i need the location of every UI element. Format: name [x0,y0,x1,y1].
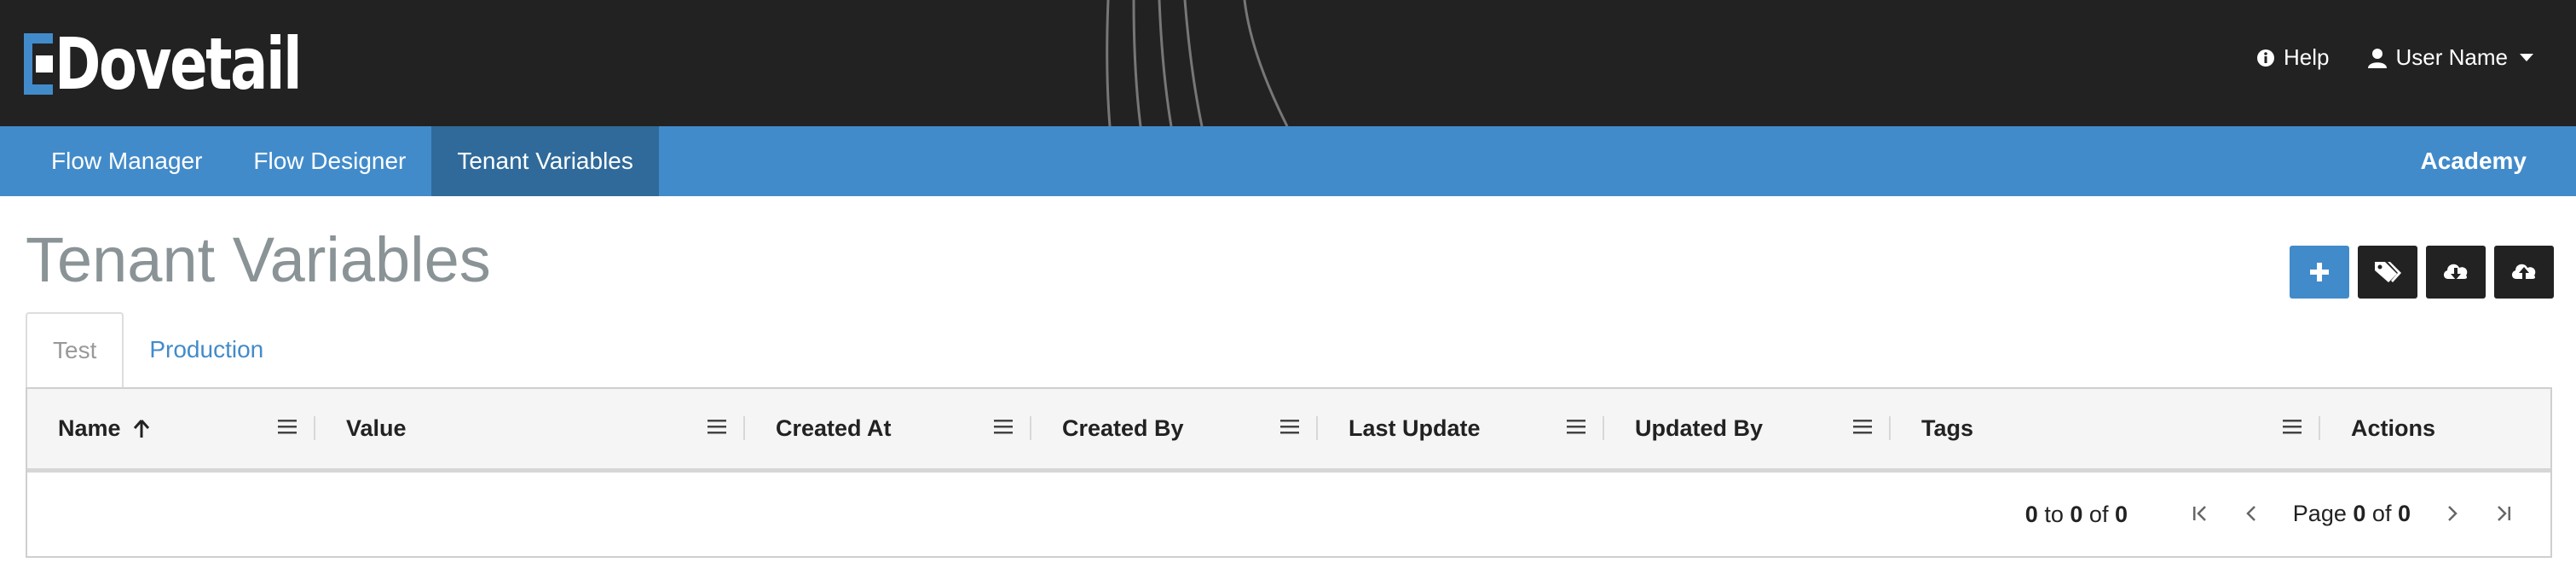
current-page: 0 [2353,500,2366,526]
column-menu-icon[interactable] [1853,418,1872,435]
first-page-icon [2192,506,2206,521]
column-value-label: Value [346,415,407,441]
tags-icon [2375,262,2401,282]
column-last-update[interactable]: Last Update [1318,389,1604,468]
column-updated-by-label: Updated By [1635,415,1764,441]
top-header: Dovetail Help User Name [0,0,2576,126]
sort-ascending-icon [133,419,149,438]
nav-flow-manager[interactable]: Flow Manager [0,126,228,196]
column-menu-icon[interactable] [994,418,1013,435]
tags-button[interactable] [2358,246,2417,299]
column-tags[interactable]: Tags [1891,389,2320,468]
cloud-download-icon [2443,264,2468,280]
next-page-button[interactable] [2440,496,2465,531]
column-menu-icon[interactable] [2283,418,2302,435]
table-header: Name Value Created At Created By Last Up… [27,389,2550,473]
import-button[interactable] [2426,246,2486,299]
dovetail-logo[interactable]: Dovetail [24,26,370,102]
plus-icon [2310,263,2329,281]
column-created-by-label: Created By [1062,415,1184,441]
chevron-left-icon [2246,506,2255,521]
pagination: Page 0 of 0 [2187,496,2516,531]
caret-down-icon [2520,54,2533,61]
column-tags-label: Tags [1921,415,1974,441]
previous-page-button[interactable] [2238,496,2264,531]
total-pages: 0 [2397,500,2411,526]
page-title: Tenant Variables [26,224,491,295]
column-name[interactable]: Name [27,389,315,468]
user-menu[interactable]: User Name [2367,44,2533,71]
row-total: 0 [2114,502,2128,527]
export-button[interactable] [2494,246,2554,299]
first-page-button[interactable] [2187,496,2213,531]
tab-production[interactable]: Production [124,312,289,387]
page-of-word: of [2371,500,2392,526]
dovetail-logo-mark [24,33,53,95]
last-page-button[interactable] [2491,496,2516,531]
column-value[interactable]: Value [315,389,745,468]
help-label: Help [2284,44,2330,70]
row-range-start: 0 [2024,502,2038,527]
column-created-at[interactable]: Created At [745,389,1031,468]
main-nav: Flow Manager Flow Designer Tenant Variab… [0,126,2576,196]
chevron-right-icon [2448,506,2458,521]
column-last-update-label: Last Update [1349,415,1481,441]
user-icon [2367,48,2387,68]
page-word: Page [2292,500,2347,526]
column-created-by[interactable]: Created By [1031,389,1318,468]
row-count-summary: 0 to 0 of 0 [2025,502,2128,528]
column-updated-by[interactable]: Updated By [1604,389,1891,468]
column-menu-icon[interactable] [1567,418,1585,435]
last-page-icon [2498,506,2510,521]
page-indicator: Page 0 of 0 [2293,501,2411,527]
column-created-at-label: Created At [776,415,892,441]
column-actions: Actions [2320,389,2550,468]
decorative-curves [1106,0,1289,126]
row-range-end: 0 [2070,502,2083,527]
column-actions-label: Actions [2351,415,2436,441]
add-variable-button[interactable] [2290,246,2349,299]
variables-table: Name Value Created At Created By Last Up… [26,387,2552,558]
info-icon [2257,49,2275,67]
column-menu-icon[interactable] [708,418,726,435]
logo-text: Dovetail [55,22,303,106]
environment-tabs: Test Production [26,312,289,387]
row-range-of-word: of [2088,502,2109,527]
tab-test[interactable]: Test [26,312,124,387]
column-name-label: Name [58,415,121,441]
table-footer: 0 to 0 of 0 Page 0 of 0 [27,473,2550,558]
nav-tenant-variables[interactable]: Tenant Variables [431,126,659,196]
nav-flow-designer[interactable]: Flow Designer [228,126,431,196]
page-actions [2290,246,2554,299]
user-name-label: User Name [2395,44,2508,70]
column-menu-icon[interactable] [1280,418,1299,435]
row-range-to-word: to [2044,502,2064,527]
column-menu-icon[interactable] [278,418,297,435]
help-link[interactable]: Help [2256,44,2330,71]
nav-academy[interactable]: Academy [2420,126,2527,196]
cloud-upload-icon [2511,264,2536,280]
